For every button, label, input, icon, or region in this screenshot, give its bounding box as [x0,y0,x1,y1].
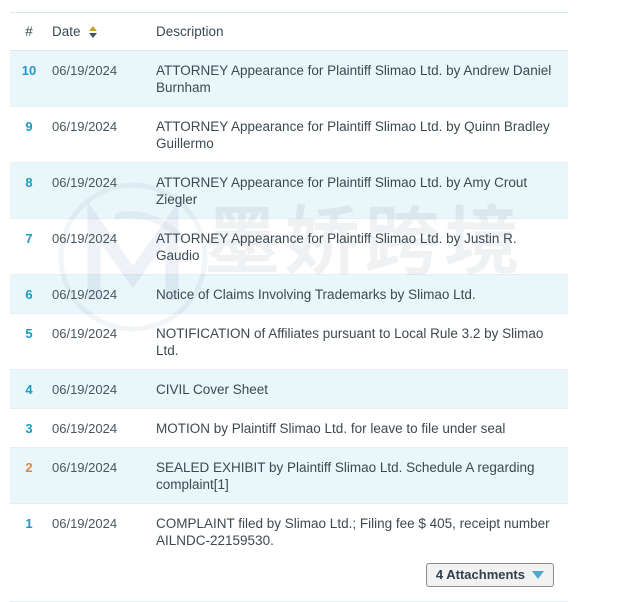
row-description-cell: SEALED EXHIBIT by Plaintiff Slimao Ltd. … [134,448,568,503]
row-description-cell: ATTORNEY Appearance for Plaintiff Slimao… [134,51,568,106]
row-number-link[interactable]: 2 [10,448,48,486]
row-description-text: ATTORNEY Appearance for Plaintiff Slimao… [156,231,517,263]
table-header-row: # Date Description [10,13,568,51]
row-description-text: ATTORNEY Appearance for Plaintiff Slimao… [156,119,550,151]
table-row[interactable]: 4 06/19/2024 CIVIL Cover Sheet [10,370,568,409]
row-description-cell: Notice of Claims Involving Trademarks by… [134,275,568,313]
row-number-link[interactable]: 1 [10,504,48,542]
column-header-description[interactable]: Description [134,24,568,39]
row-description-cell: ATTORNEY Appearance for Plaintiff Slimao… [134,219,568,274]
row-number-link[interactable]: 6 [10,275,48,313]
row-number-link[interactable]: 8 [10,163,48,201]
row-number-link[interactable]: 9 [10,107,48,145]
table-row[interactable]: 6 06/19/2024 Notice of Claims Involving Tr… [10,275,568,314]
column-header-date[interactable]: Date [48,24,134,39]
row-description-cell: COMPLAINT filed by Slimao Ltd.; Filing f… [134,504,568,601]
row-description-cell: ATTORNEY Appearance for Plaintiff Slimao… [134,163,568,218]
row-date: 06/19/2024 [52,119,118,134]
table-row[interactable]: 9 06/19/2024 ATTORNEY Appearance for Plain… [10,107,568,163]
row-number-link[interactable]: 3 [10,409,48,447]
docket-table: # Date Description 10 06/19/2024 ATTORNEY … [10,12,568,602]
row-description-text: SEALED EXHIBIT by Plaintiff Slimao Ltd. … [156,460,535,492]
row-number-link[interactable]: 4 [10,370,48,408]
row-date: 06/19/2024 [52,175,118,190]
row-description-text: ATTORNEY Appearance for Plaintiff Slimao… [156,63,552,95]
table-row[interactable]: 3 06/19/2024 MOTION by Plaintiff Slimao Lt… [10,409,568,448]
row-description-text: CIVIL Cover Sheet [156,382,269,397]
attachments-dropdown-button[interactable]: 4 Attachments [425,563,554,587]
table-row[interactable]: 7 06/19/2024 ATTORNEY Appearance for Plain… [10,219,568,275]
table-row[interactable]: 10 06/19/2024 ATTORNEY Appearance for Plai… [10,51,568,107]
row-date: 06/19/2024 [52,421,118,436]
attachments-row: 4 Attachments [156,563,560,587]
table-body: 10 06/19/2024 ATTORNEY Appearance for Plai… [10,51,568,602]
table-row[interactable]: 5 06/19/2024 NOTIFICATION of Affiliates pu… [10,314,568,370]
row-description-text: MOTION by Plaintiff Slimao Ltd. for leav… [156,421,506,436]
table-row[interactable]: 1 06/19/2024 COMPLAINT filed by Slimao Ltd… [10,504,568,602]
row-description-text: NOTIFICATION of Affiliates pursuant to L… [156,326,544,358]
row-date: 06/19/2024 [52,460,118,475]
row-date: 06/19/2024 [52,382,118,397]
row-date: 06/19/2024 [52,516,118,531]
row-number-link[interactable]: 10 [10,51,48,89]
row-date: 06/19/2024 [52,63,118,78]
row-date: 06/19/2024 [52,231,118,246]
caret-down-icon [532,570,544,579]
row-description-cell: MOTION by Plaintiff Slimao Ltd. for leav… [134,409,568,447]
row-description-text: COMPLAINT filed by Slimao Ltd.; Filing f… [156,516,550,548]
column-header-number[interactable]: # [10,24,48,39]
row-description-text: Notice of Claims Involving Trademarks by… [156,287,476,302]
row-description-text: ATTORNEY Appearance for Plaintiff Slimao… [156,175,528,207]
row-date: 06/19/2024 [52,326,118,341]
sort-ascending-descending-icon[interactable] [88,26,98,38]
attachments-label: 4 Attachments [435,567,525,582]
row-description-cell: ATTORNEY Appearance for Plaintiff Slimao… [134,107,568,162]
table-row[interactable]: 2 06/19/2024 SEALED EXHIBIT by Plaintiff S… [10,448,568,504]
column-header-date-label: Date [52,24,81,39]
row-description-cell: CIVIL Cover Sheet [134,370,568,408]
row-number-link[interactable]: 5 [10,314,48,352]
row-date: 06/19/2024 [52,287,118,302]
table-row[interactable]: 8 06/19/2024 ATTORNEY Appearance for Plain… [10,163,568,219]
row-description-cell: NOTIFICATION of Affiliates pursuant to L… [134,314,568,369]
row-number-link[interactable]: 7 [10,219,48,257]
